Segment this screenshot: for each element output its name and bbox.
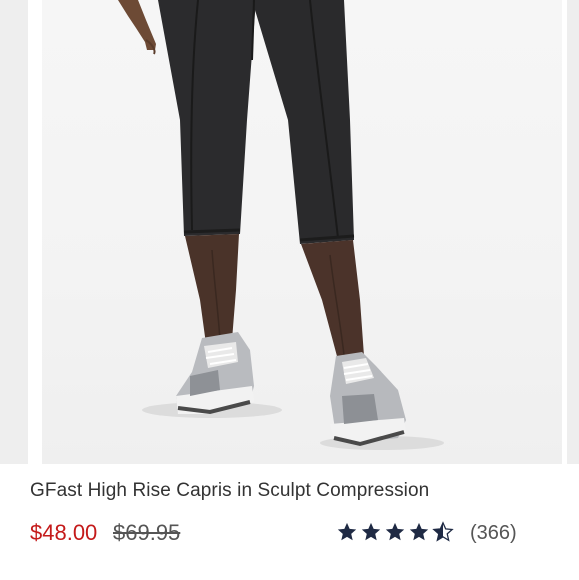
product-photo	[118, 0, 444, 450]
original-price: $69.95	[113, 520, 181, 545]
review-count[interactable]: (366)	[470, 522, 517, 545]
product-image-carousel[interactable]	[0, 0, 579, 464]
next-image-peek[interactable]	[567, 0, 579, 464]
product-image[interactable]	[42, 0, 562, 464]
price-rating-row: $48.00 $69.95 (366)	[30, 518, 550, 550]
previous-image-peek[interactable]	[0, 0, 28, 464]
star-icon	[337, 522, 357, 541]
product-title[interactable]: GFast High Rise Capris in Sculpt Compres…	[30, 480, 429, 502]
product-card[interactable]: GFast High Rise Capris in Sculpt Compres…	[0, 0, 579, 580]
star-half-icon	[432, 521, 454, 542]
star-icon	[385, 522, 405, 541]
star-icon	[409, 522, 429, 541]
sale-price: $48.00	[30, 520, 98, 545]
star-icon	[361, 522, 381, 541]
star-rating[interactable]	[336, 521, 454, 545]
